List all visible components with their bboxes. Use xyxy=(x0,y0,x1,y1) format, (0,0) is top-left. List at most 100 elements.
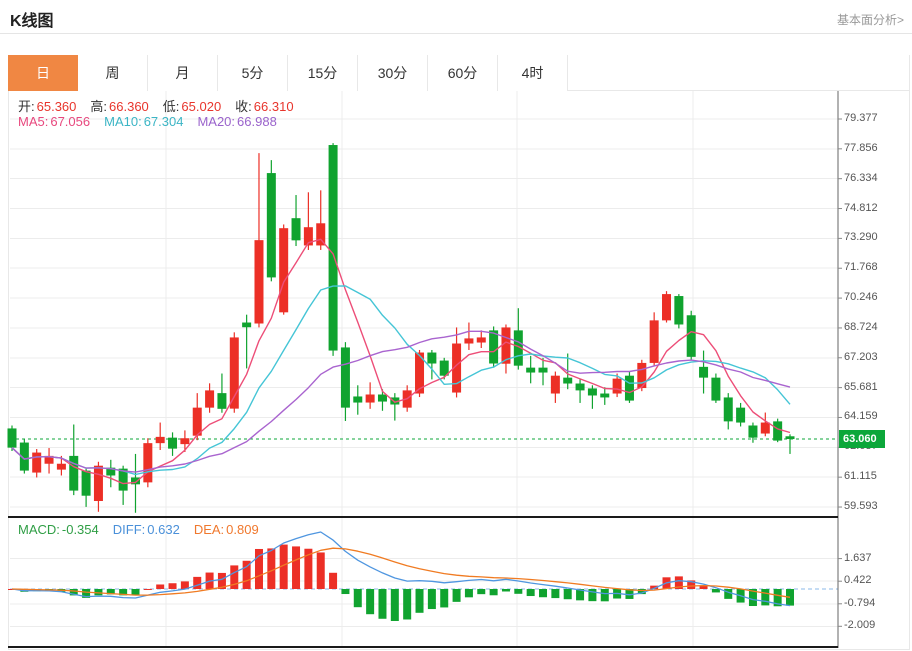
macd-bar xyxy=(539,589,547,597)
info-label: MA20: xyxy=(197,114,235,129)
candle-body xyxy=(329,145,338,351)
candle-body xyxy=(526,368,535,373)
candle-body xyxy=(674,296,683,324)
info-label: DEA: xyxy=(194,522,224,537)
ma10-line xyxy=(12,286,790,475)
axis-tick-label: 65.681 xyxy=(844,381,904,393)
info-label: 高: xyxy=(90,99,107,114)
ohlc-info: 开:65.360高:66.360低:65.020收:66.310 xyxy=(18,96,308,115)
tab-month[interactable]: 月 xyxy=(148,55,218,91)
macd-bar xyxy=(354,589,362,607)
macd-bar xyxy=(378,589,386,619)
last-price-tag: 63.060 xyxy=(839,430,885,448)
axis-tick-label: 79.377 xyxy=(844,112,904,124)
macd-bar xyxy=(761,589,769,605)
candle-body xyxy=(724,397,733,421)
info-pair: 低:65.020 xyxy=(163,99,221,114)
axis-tick-label: 74.812 xyxy=(844,202,904,214)
candle-body xyxy=(32,453,41,473)
macd-bar xyxy=(292,546,300,589)
candle-body xyxy=(230,337,239,408)
macd-bar xyxy=(317,552,325,589)
tab-week[interactable]: 周 xyxy=(78,55,148,91)
info-pair: MA5:67.056 xyxy=(18,114,90,129)
macd-bar xyxy=(724,589,732,599)
candle-body xyxy=(205,390,214,407)
candle-body xyxy=(427,353,436,364)
fundamental-analysis-link[interactable]: 基本面分析> xyxy=(837,11,904,28)
candle-body xyxy=(366,395,375,403)
info-pair: MACD:-0.354 xyxy=(18,522,99,537)
info-pair: 开:65.360 xyxy=(18,99,76,114)
ma20-line xyxy=(12,331,790,472)
candle-body xyxy=(539,368,548,373)
candle-body xyxy=(711,378,720,401)
candle-body xyxy=(168,438,177,449)
tab-5min[interactable]: 5分 xyxy=(218,55,288,91)
macd-bar xyxy=(502,589,510,591)
candle-body xyxy=(378,395,387,402)
info-label: MA5: xyxy=(18,114,48,129)
info-value: 65.360 xyxy=(37,99,77,114)
tab-30min[interactable]: 30分 xyxy=(358,55,428,91)
info-value: 65.020 xyxy=(181,99,221,114)
candle-body xyxy=(267,173,276,277)
info-pair: 收:66.310 xyxy=(235,99,293,114)
info-pair: MA10:67.304 xyxy=(104,114,183,129)
macd-bar xyxy=(712,589,720,592)
candle-body xyxy=(489,330,498,363)
tab-day[interactable]: 日 xyxy=(8,55,78,91)
macd-bar xyxy=(144,589,152,590)
axis-tick-label: 73.290 xyxy=(844,231,904,243)
axis-tick-label: 67.203 xyxy=(844,351,904,363)
candle-body xyxy=(576,384,585,391)
candle-body xyxy=(786,436,795,439)
tab-4hour[interactable]: 4时 xyxy=(498,55,568,91)
macd-bar xyxy=(131,589,139,595)
info-value: 67.304 xyxy=(144,114,184,129)
info-pair: DEA:0.809 xyxy=(194,522,259,537)
macd-bar xyxy=(453,589,461,602)
macd-bar xyxy=(403,589,411,619)
axis-tick-label: 0.422 xyxy=(844,574,904,586)
candle-body xyxy=(69,456,78,491)
candle-body xyxy=(748,425,757,437)
axis-tick-label: 77.856 xyxy=(844,142,904,154)
info-label: MACD: xyxy=(18,522,60,537)
info-value: 66.988 xyxy=(237,114,277,129)
macd-bar xyxy=(700,586,708,589)
candle-body xyxy=(699,367,708,378)
info-value: 67.056 xyxy=(50,114,90,129)
macd-bar xyxy=(490,589,498,595)
macd-bar xyxy=(465,589,473,597)
macd-bar xyxy=(193,577,201,589)
candle-body xyxy=(650,320,659,363)
macd-bar xyxy=(477,589,485,594)
axis-tick-label: -2.009 xyxy=(844,619,904,631)
macd-bar xyxy=(527,589,535,596)
candle-body xyxy=(773,421,782,440)
info-label: MA10: xyxy=(104,114,142,129)
macd-bar xyxy=(416,589,424,613)
axis-tick-label: 70.246 xyxy=(844,291,904,303)
candle-body xyxy=(254,240,263,323)
interval-tabs: 日周月5分15分30分60分4时 xyxy=(8,55,909,91)
macd-bar xyxy=(366,589,374,614)
candle-body xyxy=(180,438,189,444)
axis-tick-label: 61.115 xyxy=(844,470,904,482)
tab-15min[interactable]: 15分 xyxy=(288,55,358,91)
candle-body xyxy=(464,338,473,343)
candle-body xyxy=(82,471,91,496)
axis-tick-label: 64.159 xyxy=(844,410,904,422)
candle-body xyxy=(156,437,165,443)
info-value: 0.809 xyxy=(226,522,259,537)
candle-body xyxy=(662,294,671,320)
macd-bar xyxy=(551,589,559,598)
candle-body xyxy=(687,315,696,357)
candle-body xyxy=(563,378,572,384)
axis-tick-label: -0.794 xyxy=(844,597,904,609)
macd-bar xyxy=(391,589,399,621)
info-value: 66.310 xyxy=(254,99,294,114)
macd-bar xyxy=(440,589,448,607)
tab-60min[interactable]: 60分 xyxy=(428,55,498,91)
